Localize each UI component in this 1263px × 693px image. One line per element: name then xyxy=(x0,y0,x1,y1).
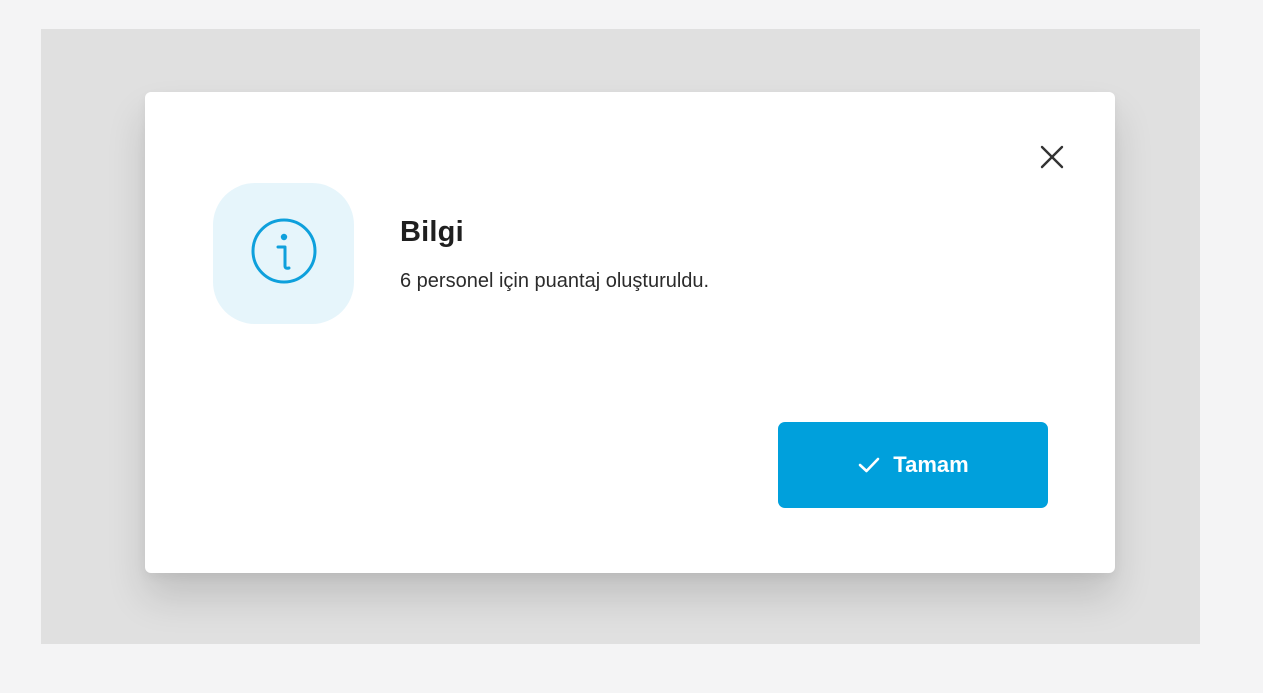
close-button[interactable] xyxy=(1035,142,1069,176)
info-icon-tile xyxy=(213,183,354,324)
close-icon xyxy=(1039,144,1065,175)
info-dialog: Bilgi 6 personel için puantaj oluşturuld… xyxy=(145,92,1115,573)
ok-button[interactable]: Tamam xyxy=(778,422,1048,508)
info-icon xyxy=(249,216,319,291)
dialog-message: 6 personel için puantaj oluşturuldu. xyxy=(400,270,710,292)
check-icon xyxy=(857,455,881,475)
dialog-title: Bilgi xyxy=(400,216,464,248)
ok-button-label: Tamam xyxy=(893,452,969,477)
